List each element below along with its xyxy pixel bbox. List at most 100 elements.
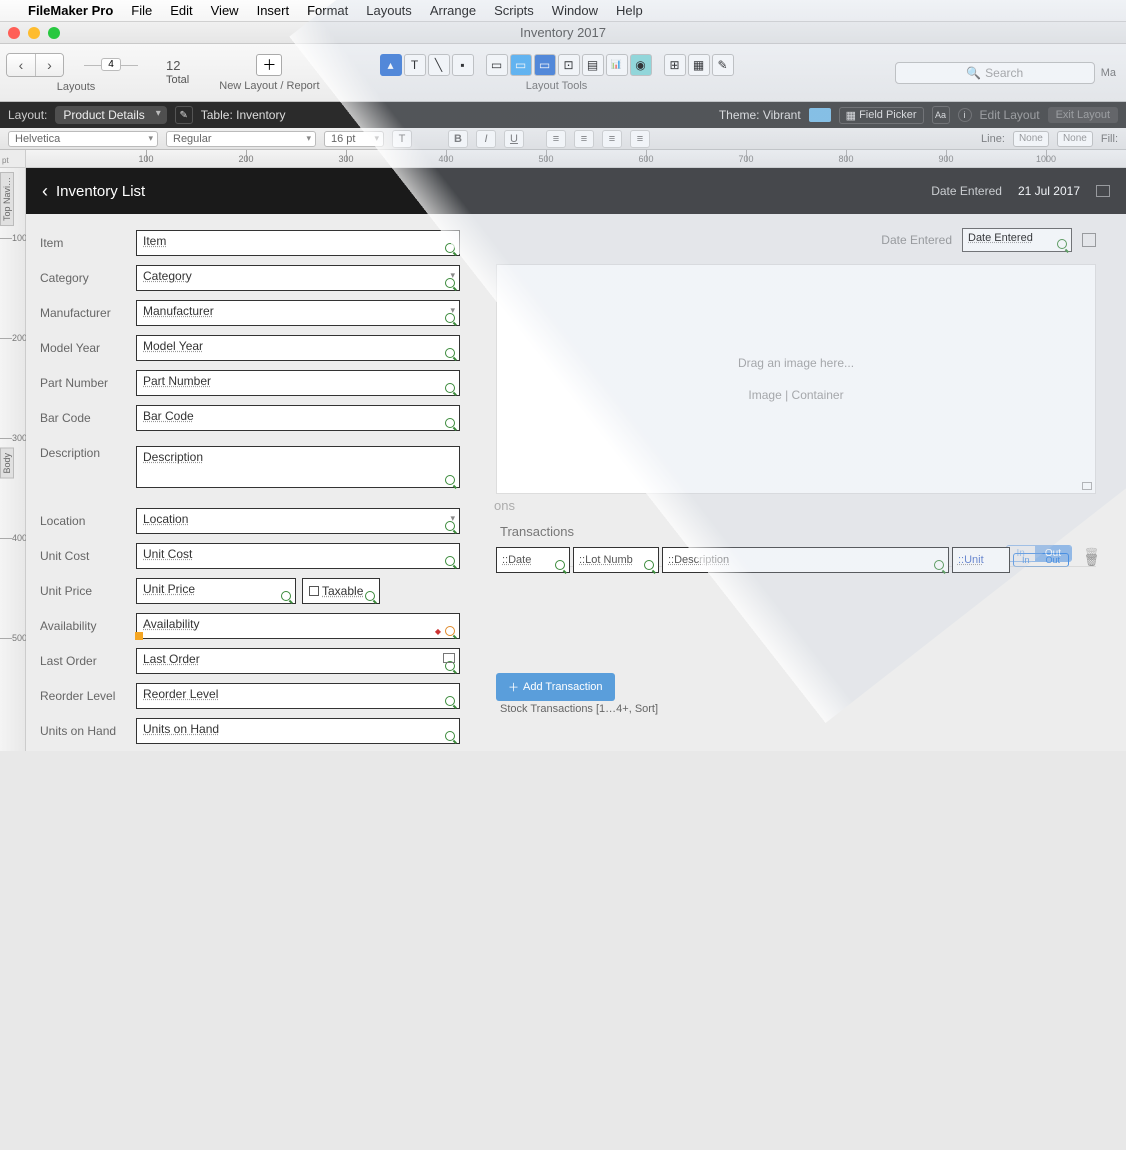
- exit-layout-button[interactable]: Exit Layout: [1048, 107, 1118, 123]
- text-tool[interactable]: T: [404, 54, 426, 76]
- app-name[interactable]: FileMaker Pro: [28, 3, 113, 18]
- font-weight-selector[interactable]: Regular: [166, 131, 316, 147]
- unit-cost-field[interactable]: Unit Cost: [136, 543, 460, 569]
- part-tool[interactable]: ▦: [688, 54, 710, 76]
- menu-scripts[interactable]: Scripts: [494, 3, 534, 18]
- portal-date-field[interactable]: ::Date: [496, 547, 570, 573]
- category-label: Category: [40, 271, 136, 285]
- fill-label: Fill:: [1101, 133, 1118, 145]
- unit-price-label: Unit Price: [40, 584, 136, 598]
- date-entered-field[interactable]: Date Entered: [962, 228, 1072, 252]
- part-label-top[interactable]: Top Navi…: [0, 172, 14, 226]
- item-field[interactable]: Item: [136, 230, 460, 256]
- menu-edit[interactable]: Edit: [170, 3, 192, 18]
- ruler-vertical: Top Navi… Body 100200300400500: [0, 168, 26, 751]
- unit-cost-label: Unit Cost: [40, 549, 136, 563]
- units-on-hand-field[interactable]: Units on Hand: [136, 718, 460, 744]
- model-year-field[interactable]: Model Year: [136, 335, 460, 361]
- titlebar: Inventory 2017: [0, 22, 1126, 44]
- close-window-button[interactable]: [8, 27, 20, 39]
- layout-selector[interactable]: Product Details: [55, 106, 166, 124]
- align-left-button[interactable]: ≡: [546, 130, 566, 148]
- selection-tool[interactable]: ▴: [380, 54, 402, 76]
- menu-layouts[interactable]: Layouts: [366, 3, 412, 18]
- font-size-selector[interactable]: 16 pt: [324, 131, 384, 147]
- menu-help[interactable]: Help: [616, 3, 643, 18]
- manufacturer-field[interactable]: Manufacturer▾: [136, 300, 460, 326]
- prev-layout-button[interactable]: ‹: [7, 54, 35, 76]
- italic-button[interactable]: I: [476, 130, 496, 148]
- menu-window[interactable]: Window: [552, 3, 598, 18]
- breadcrumb-title[interactable]: Inventory List: [56, 183, 145, 200]
- menu-view[interactable]: View: [211, 3, 239, 18]
- manufacturer-label: Manufacturer: [40, 306, 136, 320]
- io-toggle-ghost[interactable]: InOut: [1006, 545, 1072, 562]
- underline-button[interactable]: U: [504, 130, 524, 148]
- header-menu-icon[interactable]: [1096, 185, 1110, 197]
- buttonbar-tool[interactable]: ▭: [534, 54, 556, 76]
- webviewer-tool[interactable]: ◉: [630, 54, 652, 76]
- transactions-label-ghost: ons: [490, 498, 515, 513]
- chart-tool[interactable]: 📊: [606, 54, 628, 76]
- category-field[interactable]: Category▾: [136, 265, 460, 291]
- image-container-field[interactable]: Drag an image here... Image | Container: [496, 264, 1096, 494]
- reorder-level-field[interactable]: Reorder Level: [136, 683, 460, 709]
- layout-canvas[interactable]: ‹ Inventory List Date Entered 21 Jul 201…: [26, 168, 1126, 751]
- layout-nav-buttons[interactable]: ‹ ›: [6, 53, 64, 77]
- search-icon: 🔍: [966, 66, 981, 80]
- field-picker-button[interactable]: ▦ Field Picker: [839, 107, 924, 124]
- part-label-body[interactable]: Body: [0, 448, 14, 479]
- menu-arrange[interactable]: Arrange: [430, 3, 476, 18]
- unit-price-field[interactable]: Unit Price: [136, 578, 296, 604]
- portal-units-field[interactable]: ::Unit: [952, 547, 1010, 573]
- bar-code-field[interactable]: Bar Code: [136, 405, 460, 431]
- last-order-field[interactable]: Last Order: [136, 648, 460, 674]
- taxable-field[interactable]: Taxable: [302, 578, 380, 604]
- formatbar: Helvetica Regular 16 pt T B I U ≡ ≡ ≡ ≡ …: [0, 128, 1126, 150]
- portal-desc-field[interactable]: ::Description: [662, 547, 949, 573]
- menu-insert[interactable]: Insert: [257, 3, 290, 18]
- menubar[interactable]: FileMaker Pro File Edit View Insert Form…: [0, 0, 1126, 22]
- part-number-field[interactable]: Part Number: [136, 370, 460, 396]
- button-tool[interactable]: ▭: [510, 54, 532, 76]
- bold-button[interactable]: B: [448, 130, 468, 148]
- add-transaction-button[interactable]: ＋ Add Transaction: [496, 673, 615, 701]
- line-tool[interactable]: ╲: [428, 54, 450, 76]
- portal-lot-field[interactable]: ::Lot Numb: [573, 547, 659, 573]
- theme-swatch[interactable]: [809, 108, 831, 122]
- description-field[interactable]: Description: [136, 446, 460, 488]
- trash-icon[interactable]: 🗑: [1084, 547, 1096, 561]
- align-justify-button[interactable]: ≡: [630, 130, 650, 148]
- edit-layout-text[interactable]: Edit Layout: [980, 108, 1040, 122]
- edit-layout-icon[interactable]: ✎: [175, 106, 193, 124]
- format-painter-tool[interactable]: ✎: [712, 54, 734, 76]
- align-right-button[interactable]: ≡: [602, 130, 622, 148]
- rectangle-tool[interactable]: ▪: [452, 54, 474, 76]
- portal-tool[interactable]: ▤: [582, 54, 604, 76]
- tab-tool[interactable]: ⊡: [558, 54, 580, 76]
- font-selector[interactable]: Helvetica: [8, 131, 158, 147]
- portal-row: ::Date ::Lot Numb ::Description ::Unit I…: [496, 547, 1096, 573]
- search-field[interactable]: 🔍 Search: [895, 62, 1095, 84]
- align-center-button[interactable]: ≡: [574, 130, 594, 148]
- new-layout-button[interactable]: ＋ New Layout / Report: [219, 54, 319, 92]
- table-label: Table: Inventory: [201, 108, 286, 122]
- zoom-window-button[interactable]: [48, 27, 60, 39]
- line-width[interactable]: None: [1057, 131, 1093, 147]
- back-chevron-icon[interactable]: ‹: [42, 181, 48, 202]
- text-color-button[interactable]: T: [392, 130, 412, 148]
- calendar-icon-2[interactable]: [1082, 233, 1096, 247]
- line-style[interactable]: None: [1013, 131, 1049, 147]
- minimize-window-button[interactable]: [28, 27, 40, 39]
- availability-field[interactable]: Availability◆: [136, 613, 460, 639]
- aa-icon[interactable]: Aa: [932, 106, 950, 124]
- layout-header-band: ‹ Inventory List Date Entered 21 Jul 201…: [26, 168, 1126, 214]
- location-field[interactable]: Location▾: [136, 508, 460, 534]
- info-icon[interactable]: i: [958, 108, 972, 122]
- next-layout-button[interactable]: ›: [35, 54, 63, 76]
- field-picker-tool[interactable]: ⊞: [664, 54, 686, 76]
- menu-format[interactable]: Format: [307, 3, 348, 18]
- field-tool[interactable]: ▭: [486, 54, 508, 76]
- layout-slider[interactable]: 4: [76, 58, 146, 72]
- menu-file[interactable]: File: [131, 3, 152, 18]
